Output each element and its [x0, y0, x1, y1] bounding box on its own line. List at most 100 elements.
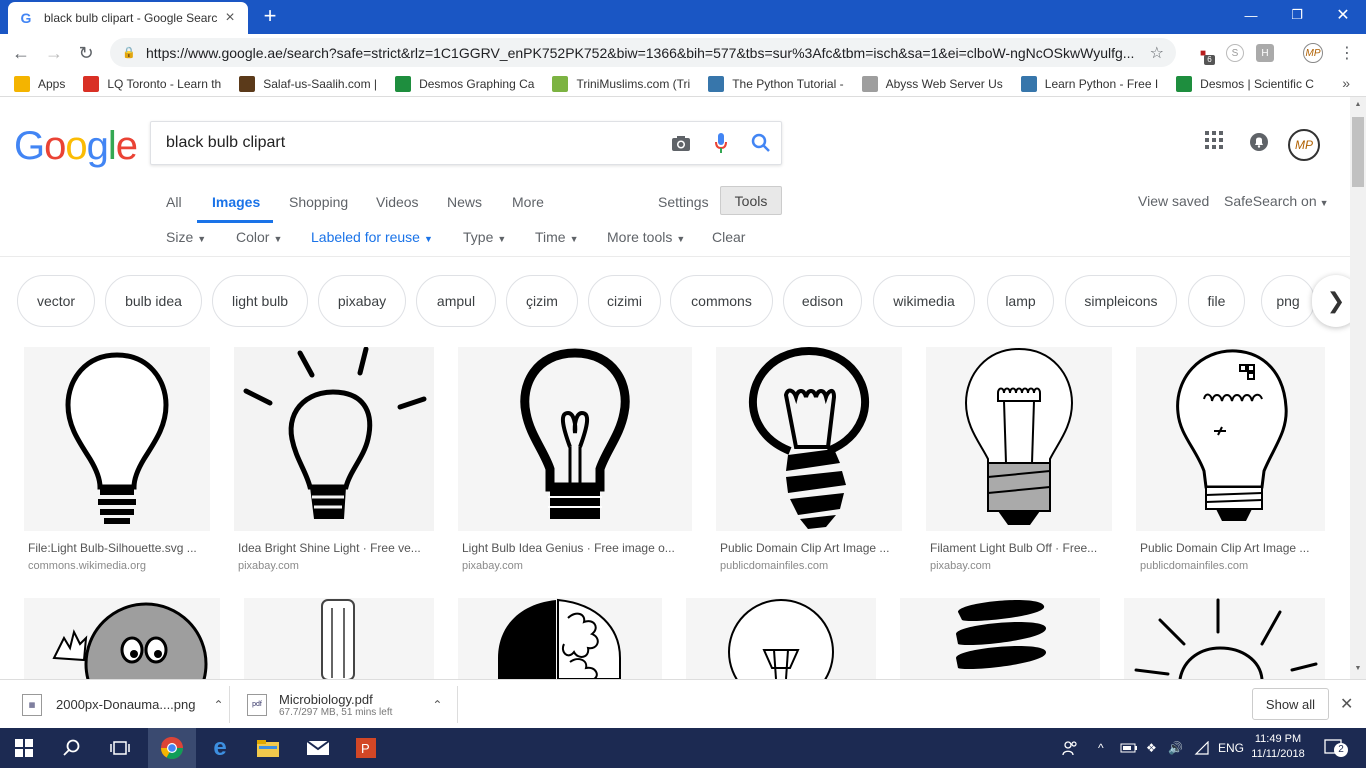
task-view-icon[interactable]	[96, 728, 144, 768]
edge-taskbar-icon[interactable]: e	[196, 728, 244, 768]
volume-icon[interactable]: 🔊	[1168, 728, 1183, 768]
omnibox[interactable]: 🔒 https://www.google.ae/search?safe=stri…	[110, 38, 1176, 67]
wifi-icon[interactable]	[1194, 728, 1210, 768]
language-indicator[interactable]: ENG	[1218, 728, 1244, 768]
result-image[interactable]	[244, 598, 434, 679]
filter-color[interactable]: Color ▼	[236, 229, 282, 245]
file-explorer-icon[interactable]	[244, 728, 292, 768]
filter-size[interactable]: Size ▼	[166, 229, 206, 245]
url-text[interactable]: https://www.google.ae/search?safe=strict…	[146, 45, 1150, 61]
bookmark-item[interactable]: Learn Python - Free I	[1020, 75, 1158, 92]
page-scrollbar[interactable]: ▲ ▼	[1350, 97, 1366, 679]
related-search-chip[interactable]: wikimedia	[873, 275, 975, 327]
result-image[interactable]	[1124, 598, 1325, 679]
related-search-chip[interactable]: light bulb	[212, 275, 308, 327]
new-tab-button[interactable]: +	[258, 5, 282, 29]
tab-close-icon[interactable]: ×	[222, 9, 238, 27]
bookmark-item[interactable]: TriniMuslims.com (Tri	[552, 75, 690, 92]
system-clock[interactable]: 11:49 PM 11/11/2018	[1248, 732, 1308, 762]
tab-more[interactable]: More	[512, 194, 544, 210]
filter-more-tools[interactable]: More tools ▼	[607, 229, 685, 245]
related-search-chip[interactable]: ampul	[416, 275, 496, 327]
bookmark-star-icon[interactable]: ☆	[1150, 43, 1164, 63]
result-image[interactable]	[234, 347, 434, 531]
scrollbar-thumb[interactable]	[1352, 117, 1364, 187]
tab-shopping[interactable]: Shopping	[289, 194, 348, 210]
bookmark-item[interactable]: Apps	[14, 75, 65, 92]
windows-start-icon[interactable]	[0, 728, 48, 768]
filter-type[interactable]: Type ▼	[463, 229, 506, 245]
result-image[interactable]	[716, 347, 902, 531]
camera-search-icon[interactable]	[661, 123, 701, 163]
tab-images[interactable]: Images	[212, 194, 260, 210]
bookmarks-overflow-icon[interactable]: »	[1342, 75, 1350, 91]
forward-button[interactable]: →	[41, 40, 67, 66]
scroll-up-icon[interactable]: ▲	[1353, 101, 1363, 108]
search-box[interactable]: black bulb clipart	[150, 121, 782, 165]
search-query[interactable]: black bulb clipart	[166, 134, 661, 152]
related-search-chip[interactable]: commons	[670, 275, 773, 327]
back-button[interactable]: ←	[8, 40, 34, 66]
related-search-chip[interactable]: file	[1188, 275, 1245, 327]
dropbox-icon[interactable]: ❖	[1146, 728, 1157, 768]
tab-news[interactable]: News	[447, 194, 482, 210]
skype-extension-icon[interactable]: S	[1226, 44, 1244, 62]
tools-button[interactable]: Tools	[720, 186, 782, 215]
reload-button[interactable]: ↻	[73, 40, 99, 66]
menu-kebab-icon[interactable]: ⋮	[1334, 40, 1360, 66]
result-image[interactable]	[900, 598, 1100, 679]
chrome-taskbar-icon[interactable]	[148, 728, 196, 768]
scroll-down-icon[interactable]: ▼	[1353, 665, 1363, 672]
mail-taskbar-icon[interactable]	[294, 728, 342, 768]
google-logo[interactable]: Google	[14, 124, 138, 169]
search-taskbar-icon[interactable]	[48, 728, 96, 768]
related-search-chip[interactable]: bulb idea	[105, 275, 202, 327]
safesearch-dropdown[interactable]: SafeSearch on ▼	[1224, 193, 1329, 209]
h-extension-icon[interactable]: H	[1256, 44, 1274, 62]
result-image[interactable]	[926, 347, 1112, 531]
search-icon[interactable]	[741, 123, 781, 163]
bookmark-item[interactable]: Salaf-us-Saalih.com |	[239, 75, 377, 92]
result-image[interactable]	[686, 598, 876, 679]
bookmark-item[interactable]: The Python Tutorial -	[708, 75, 844, 92]
filter-usage-rights[interactable]: Labeled for reuse ▼	[311, 229, 433, 245]
microphone-icon[interactable]	[701, 123, 741, 163]
apps-grid-icon[interactable]	[1205, 131, 1223, 154]
related-search-chip[interactable]: pixabay	[318, 275, 406, 327]
result-image[interactable]	[458, 347, 692, 531]
notifications-bell-icon[interactable]	[1250, 133, 1268, 156]
chevron-up-icon[interactable]: ⌃	[213, 698, 223, 712]
profile-avatar-icon[interactable]: MP	[1303, 43, 1323, 63]
filter-clear[interactable]: Clear	[712, 229, 745, 245]
browser-tab[interactable]: G black bulb clipart - Google Searc ×	[8, 2, 248, 34]
related-search-chip[interactable]: cizimi	[588, 275, 661, 327]
people-icon[interactable]	[1062, 728, 1078, 768]
filter-time[interactable]: Time ▼	[535, 229, 579, 245]
bookmark-item[interactable]: Desmos | Scientific C	[1176, 75, 1314, 92]
account-avatar[interactable]: MP	[1288, 129, 1320, 161]
result-title[interactable]: Public Domain Clip Art Image ...	[1140, 541, 1324, 555]
result-title[interactable]: Idea Bright Shine Light · Free ve...	[238, 541, 432, 555]
bookmark-item[interactable]: Desmos Graphing Ca	[395, 75, 534, 92]
result-image[interactable]	[24, 598, 220, 679]
result-image[interactable]	[1136, 347, 1325, 531]
restore-button[interactable]: ❐	[1274, 0, 1320, 30]
powerpoint-taskbar-icon[interactable]: P	[342, 728, 390, 768]
download-item[interactable]: ▦ 2000px-Donauma....png ⌃	[22, 680, 224, 729]
related-search-chip[interactable]: png	[1261, 275, 1315, 327]
result-title[interactable]: File:Light Bulb-Silhouette.svg ...	[28, 541, 208, 555]
tab-all[interactable]: All	[166, 194, 182, 210]
related-search-chip[interactable]: çizim	[506, 275, 578, 327]
battery-icon[interactable]	[1120, 728, 1138, 768]
related-search-chip[interactable]: edison	[783, 275, 862, 327]
bookmark-item[interactable]: Abyss Web Server Us	[861, 75, 1003, 92]
download-item[interactable]: pdf Microbiology.pdf 67.7/297 MB, 51 min…	[247, 680, 442, 729]
result-title[interactable]: Light Bulb Idea Genius · Free image o...	[462, 541, 690, 555]
related-search-chip[interactable]: lamp	[987, 275, 1054, 327]
view-saved-link[interactable]: View saved	[1138, 193, 1209, 209]
result-title[interactable]: Public Domain Clip Art Image ...	[720, 541, 900, 555]
settings-link[interactable]: Settings	[658, 194, 709, 210]
result-title[interactable]: Filament Light Bulb Off · Free...	[930, 541, 1110, 555]
show-all-downloads-button[interactable]: Show all	[1252, 688, 1329, 720]
tray-expand-icon[interactable]: ^	[1098, 728, 1104, 768]
